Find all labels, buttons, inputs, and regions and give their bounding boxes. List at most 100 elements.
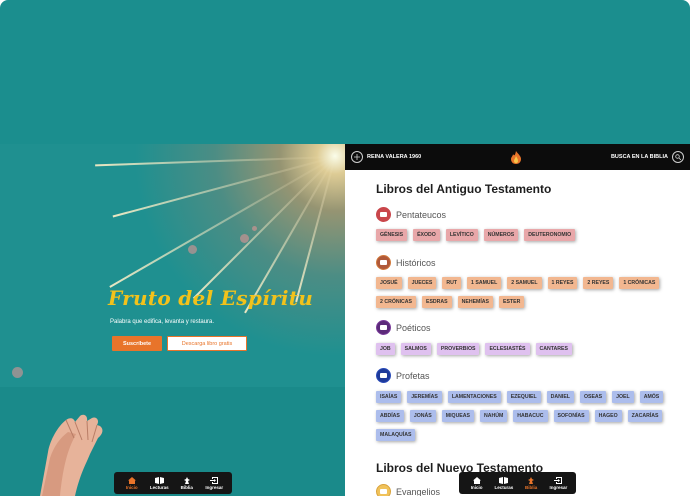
profetas-books: ISAÍAS JEREMÍAS LAMENTACIONES EZEQUIEL D… xyxy=(376,391,666,448)
nav-lecturas[interactable]: Lecturas xyxy=(491,476,517,490)
nav-label: Ingresar xyxy=(549,484,568,490)
book-icon xyxy=(376,207,391,222)
book-tag[interactable]: ABDÍAS xyxy=(376,410,404,422)
category-profetas: Profetas xyxy=(376,368,430,383)
category-label: Evangelios xyxy=(396,486,441,496)
nav-inicio[interactable]: Inicio xyxy=(119,476,145,490)
book-tag[interactable]: JEREMÍAS xyxy=(407,391,442,403)
book-tag[interactable]: OSEAS xyxy=(579,391,607,403)
subscribe-button[interactable]: Suscríbete xyxy=(112,336,162,351)
version-selector[interactable]: REINA VALERA 1960 xyxy=(351,151,421,163)
historicos-books: JOSUÉ JUECES RUT 1 SAMUEL 2 SAMUEL 1 REY… xyxy=(376,277,666,315)
prophet-icon xyxy=(376,368,391,383)
scroll-icon xyxy=(376,255,391,270)
book-tag[interactable]: MIQUEAS xyxy=(441,410,474,422)
book-open-icon xyxy=(154,476,164,484)
hero-section: Fruto del Espíritu Palabra que edifica, … xyxy=(0,144,345,496)
book-tag[interactable]: ÉXODO xyxy=(413,229,440,241)
search-bible[interactable]: BUSCA EN LA BIBLIA xyxy=(611,151,684,163)
bible-icon xyxy=(528,476,535,484)
nav-biblia[interactable]: Biblia xyxy=(174,476,200,490)
book-tag[interactable]: RUT xyxy=(442,277,462,289)
search-label: BUSCA EN LA BIBLIA xyxy=(610,154,668,160)
book-tag[interactable]: 2 SAMUEL xyxy=(507,277,542,289)
gospel-icon xyxy=(376,484,391,496)
book-tag[interactable]: JOEL xyxy=(612,391,634,403)
book-tag[interactable]: ZACARÍAS xyxy=(627,410,663,422)
book-tag[interactable]: SALMOS xyxy=(400,343,431,355)
download-book-button[interactable]: Descarga libro gratis xyxy=(167,336,247,351)
nav-biblia[interactable]: Biblia xyxy=(518,476,544,490)
bible-books-panel: REINA VALERA 1960 BUSCA EN LA BIBLIA Lib… xyxy=(345,144,690,496)
book-tag[interactable]: NÚMEROS xyxy=(483,229,519,241)
book-tag[interactable]: SOFONÍAS xyxy=(553,410,589,422)
nav-label: Inicio xyxy=(470,484,483,490)
book-tag[interactable]: 2 CRÓNICAS xyxy=(376,296,416,308)
bottom-nav-left: Inicio Lecturas Biblia Ingresar xyxy=(114,472,232,494)
book-tag[interactable]: LEVÍTICO xyxy=(445,229,478,241)
book-tag[interactable]: DANIEL xyxy=(546,391,574,403)
top-bar: REINA VALERA 1960 BUSCA EN LA BIBLIA xyxy=(345,144,690,170)
book-tag[interactable]: ECLESIASTÉS xyxy=(485,343,530,355)
book-tag[interactable]: 1 CRÓNICAS xyxy=(619,277,660,289)
version-label: REINA VALERA 1960 xyxy=(367,154,422,160)
home-icon xyxy=(472,476,481,484)
bokeh-orb xyxy=(252,226,257,231)
book-tag[interactable]: ESTER xyxy=(499,296,525,308)
bokeh-orb xyxy=(240,234,249,243)
flame-logo-icon[interactable] xyxy=(510,150,522,164)
book-tag[interactable]: DEUTERONOMIO xyxy=(524,229,576,241)
login-icon xyxy=(554,476,563,484)
book-tag[interactable]: JUECES xyxy=(407,277,437,289)
bottom-nav-right: Inicio Lecturas Biblia Ingresar xyxy=(459,472,576,494)
nav-ingresar[interactable]: Ingresar xyxy=(545,476,571,490)
book-tag[interactable]: ESDRAS xyxy=(422,296,452,308)
pentateuco-books: GÉNESIS ÉXODO LEVÍTICO NÚMEROS DEUTERONO… xyxy=(376,229,666,248)
search-icon xyxy=(672,151,684,163)
top-banner xyxy=(0,0,690,144)
praying-hands-image xyxy=(40,414,103,496)
book-tag[interactable]: NEHEMÍAS xyxy=(457,296,494,308)
book-tag[interactable]: JOSUÉ xyxy=(376,277,402,289)
book-tag[interactable]: AMÓS xyxy=(639,391,664,403)
nav-label: Lecturas xyxy=(494,484,514,490)
book-tag[interactable]: GÉNESIS xyxy=(376,229,408,241)
category-evangelios: Evangelios xyxy=(376,484,440,496)
book-tag[interactable]: JONÁS xyxy=(409,410,436,422)
login-icon xyxy=(210,476,219,484)
category-label: Poéticos xyxy=(396,322,431,333)
nav-ingresar[interactable]: Ingresar xyxy=(201,476,227,490)
book-open-icon xyxy=(499,476,509,484)
book-tag[interactable]: PROVERBIOS xyxy=(436,343,480,355)
book-tag[interactable]: LAMENTACIONES xyxy=(447,391,501,403)
home-icon xyxy=(127,476,136,484)
poeticos-books: JOB SALMOS PROVERBIOS ECLESIASTÉS CANTAR… xyxy=(376,343,666,362)
category-label: Pentateucos xyxy=(396,209,447,220)
nav-label: Lecturas xyxy=(149,484,169,490)
category-pentateucos: Pentateucos xyxy=(376,207,446,222)
nav-label: Biblia xyxy=(180,484,193,490)
book-tag[interactable]: ISAÍAS xyxy=(376,391,402,403)
book-tag[interactable]: HABACUC xyxy=(513,410,548,422)
nav-label: Inicio xyxy=(125,484,138,490)
harp-icon xyxy=(376,320,391,335)
book-tag[interactable]: HAGEO xyxy=(594,410,622,422)
nav-inicio[interactable]: Inicio xyxy=(464,476,490,490)
category-label: Históricos xyxy=(396,257,436,268)
category-historicos: Históricos xyxy=(376,255,436,270)
book-tag[interactable]: 2 REYES xyxy=(583,277,614,289)
book-tag[interactable]: 1 SAMUEL xyxy=(467,277,502,289)
bible-version-icon xyxy=(351,151,363,163)
book-tag[interactable]: 1 REYES xyxy=(547,277,578,289)
hero-subtitle: Palabra que edifica, levanta y restaura. xyxy=(110,319,215,325)
hero-title: Fruto del Espíritu xyxy=(108,286,314,310)
book-tag[interactable]: NAHÚM xyxy=(479,410,508,422)
book-tag[interactable]: JOB xyxy=(376,343,395,355)
book-tag[interactable]: EZEQUIEL xyxy=(506,391,541,403)
book-tag[interactable]: CANTARES xyxy=(535,343,572,355)
nav-lecturas[interactable]: Lecturas xyxy=(146,476,172,490)
old-testament-title: Libros del Antiguo Testamento xyxy=(376,182,552,196)
book-tag[interactable]: MALAQUÍAS xyxy=(376,429,416,441)
bible-icon xyxy=(183,476,190,484)
bokeh-orb xyxy=(12,367,23,378)
